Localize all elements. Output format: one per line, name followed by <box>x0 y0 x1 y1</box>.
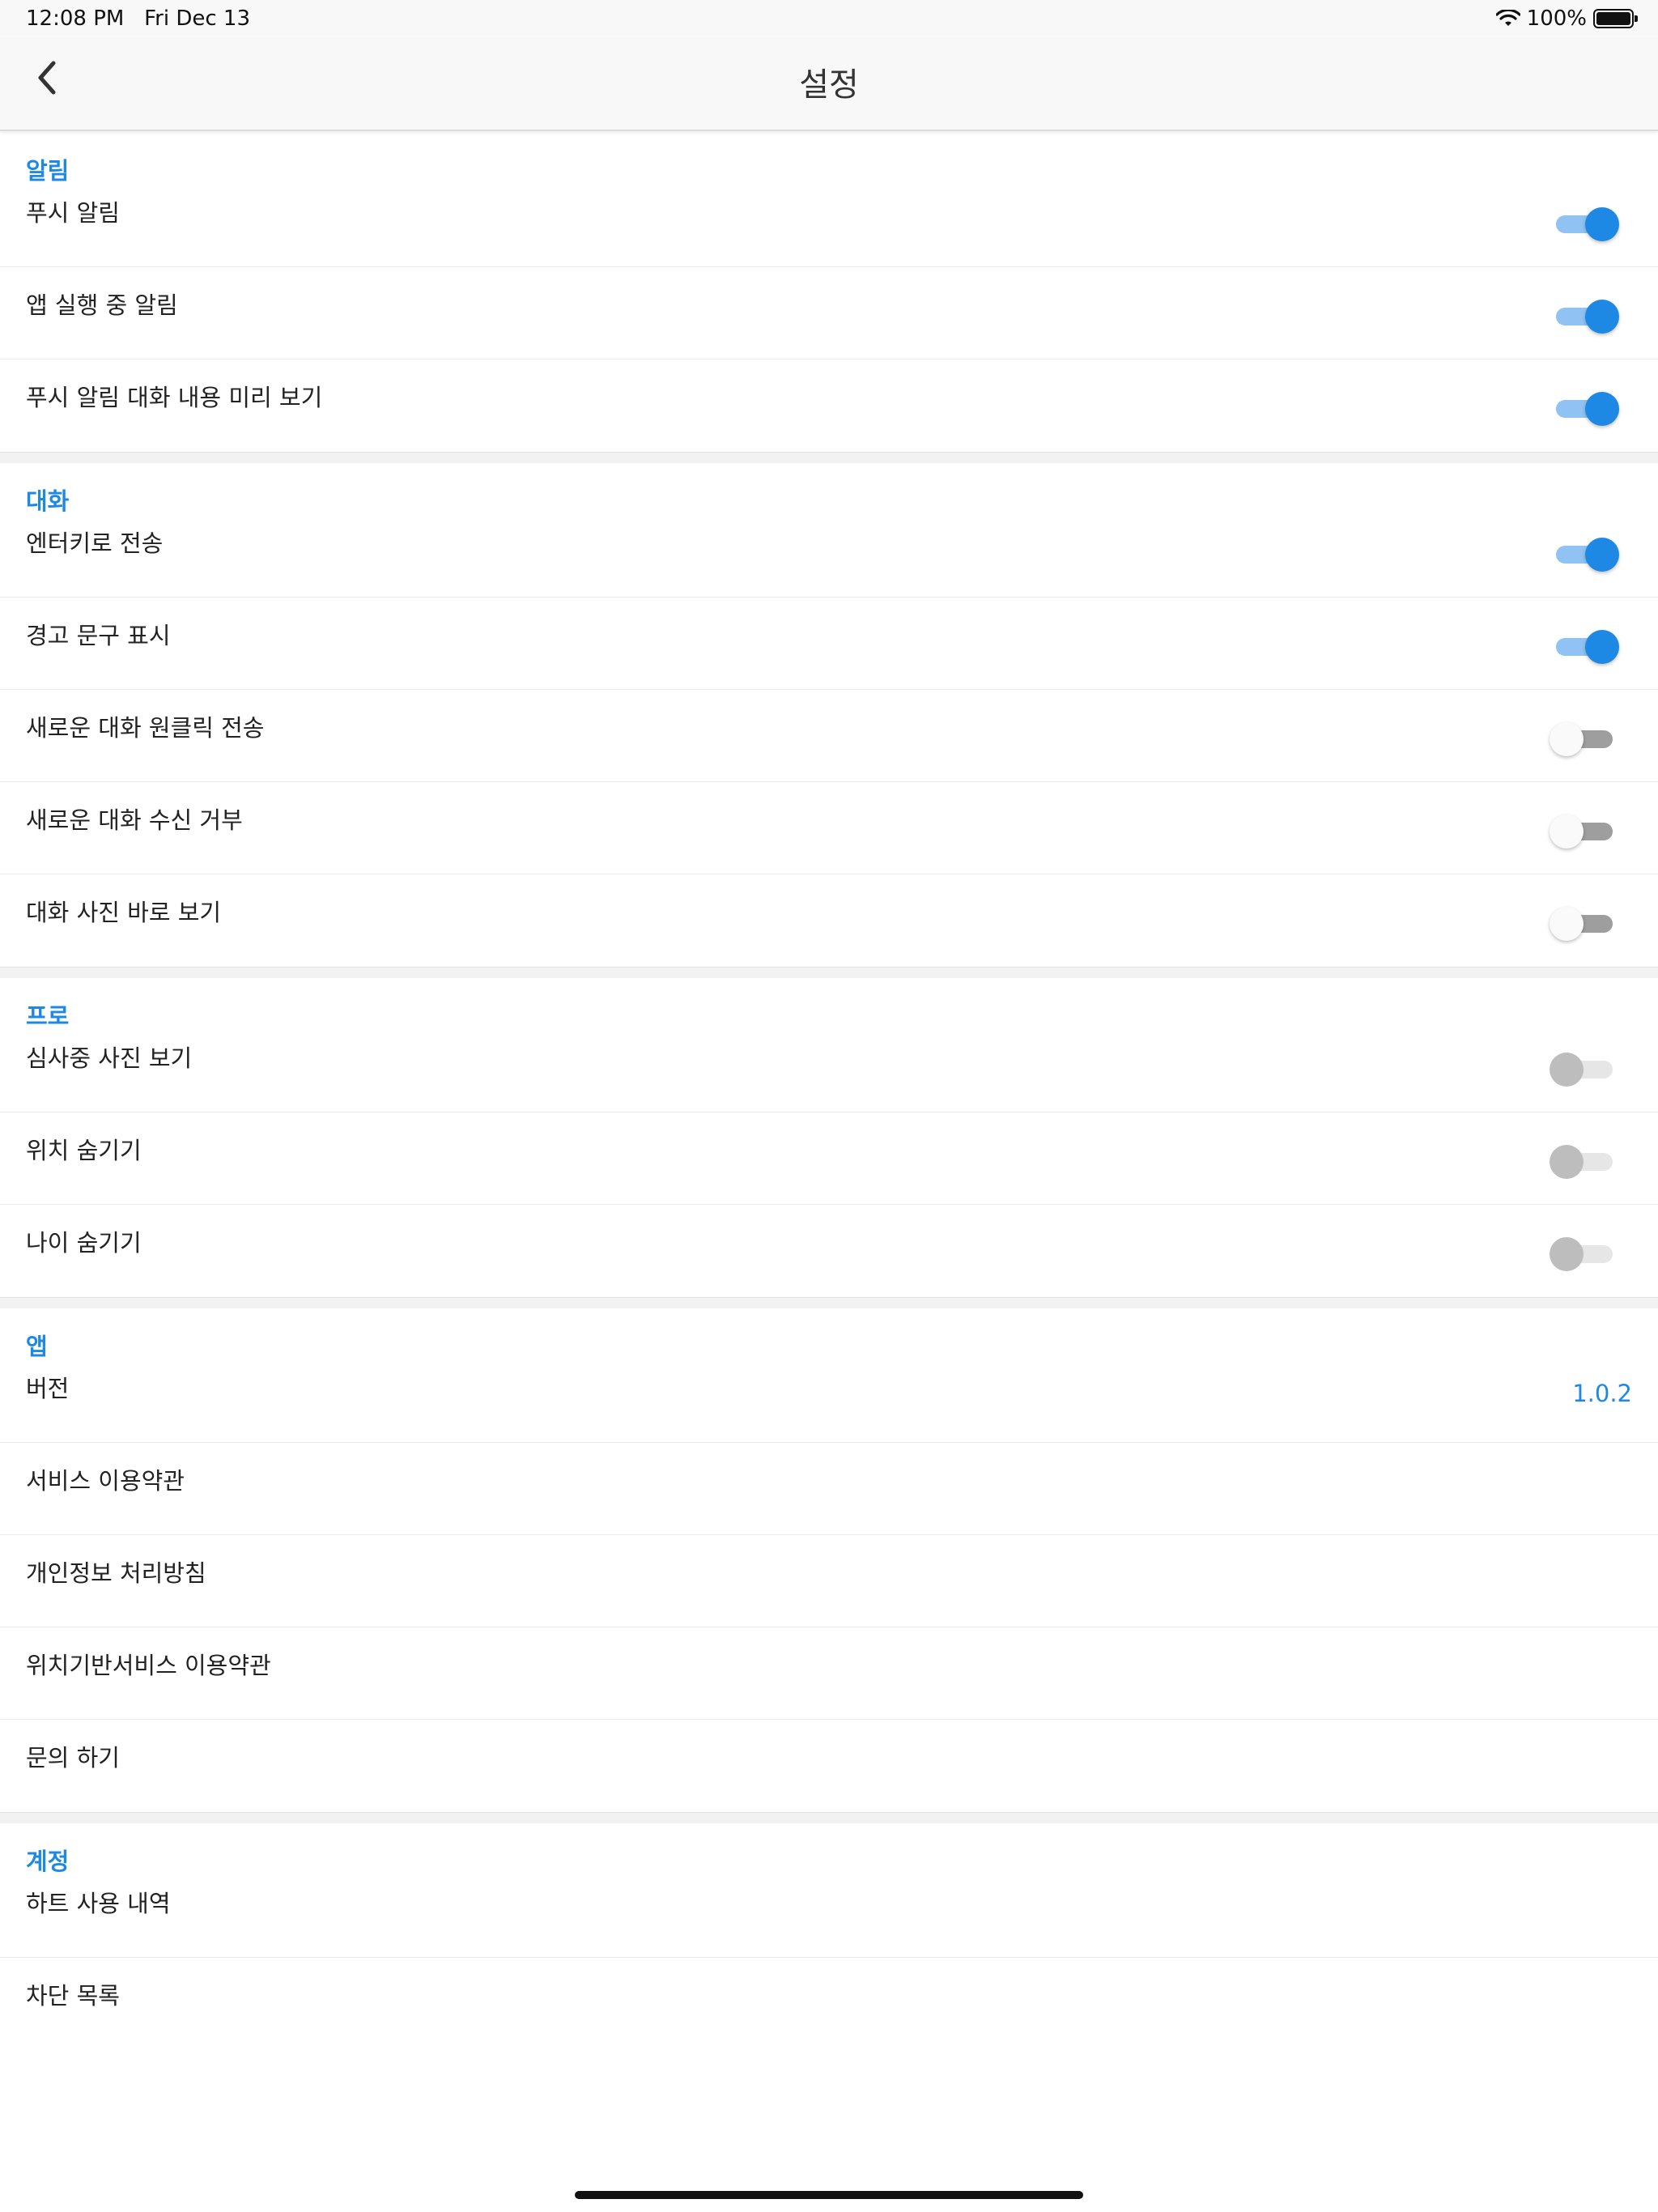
menu-item-label: 하트 사용 내역 <box>26 1890 171 1917</box>
toggle-enter-send[interactable] <box>1556 538 1619 572</box>
setting-row-warning: 경고 문구 표시 <box>0 598 1658 690</box>
menu-item-heart-history[interactable]: 하트 사용 내역 <box>0 1865 1658 1958</box>
menu-item-contact[interactable]: 문의 하기 <box>0 1720 1658 1812</box>
menu-item-label: 개인정보 처리방침 <box>26 1559 206 1587</box>
toggle-one-click-send[interactable] <box>1550 722 1613 756</box>
menu-item-privacy[interactable]: 개인정보 처리방침 <box>0 1535 1658 1627</box>
toggle-hide-location[interactable] <box>1550 1145 1613 1179</box>
menu-item-label: 문의 하기 <box>26 1744 120 1772</box>
status-bar: 12:08 PM Fri Dec 13 100% <box>0 0 1658 39</box>
section-title-chat: 대화 <box>26 487 70 515</box>
section-divider <box>0 967 1658 978</box>
toggle-thumb <box>1550 1237 1584 1271</box>
setting-row-push: 푸시 알림 <box>0 175 1658 267</box>
setting-row-review-photo: 심사중 사진 보기 <box>0 1020 1658 1112</box>
toggle-thumb <box>1550 907 1584 941</box>
setting-label: 심사중 사진 보기 <box>26 1044 193 1072</box>
setting-label: 대화 사진 바로 보기 <box>26 899 222 926</box>
home-indicator <box>575 2191 1083 2199</box>
nav-bar: 설정 <box>0 39 1658 131</box>
section-divider <box>0 452 1658 463</box>
toggle-hide-age[interactable] <box>1550 1237 1613 1271</box>
setting-label: 엔터키로 전송 <box>26 530 164 557</box>
setting-label: 위치 숨기기 <box>26 1137 142 1164</box>
wifi-icon <box>1495 10 1520 28</box>
toggle-review-photo[interactable] <box>1550 1053 1613 1087</box>
toggle-push-notification[interactable] <box>1556 207 1619 241</box>
setting-label: 앱 실행 중 알림 <box>26 291 178 319</box>
toggle-thumb <box>1585 538 1619 572</box>
toggle-in-app-notification[interactable] <box>1556 300 1619 334</box>
setting-label: 푸시 알림 대화 내용 미리 보기 <box>26 384 323 411</box>
setting-label: 푸시 알림 <box>26 199 120 227</box>
setting-label: 경고 문구 표시 <box>26 622 171 649</box>
toggle-thumb <box>1585 300 1619 334</box>
section-notifications: 알림 푸시 알림 앱 실행 중 알림 푸시 알림 대화 내용 미리 보기 <box>0 133 1658 452</box>
toggle-reject-new-chat[interactable] <box>1550 815 1613 849</box>
setting-row-enter-send: 엔터키로 전송 <box>0 505 1658 598</box>
toggle-thumb <box>1550 1145 1584 1179</box>
toggle-message-preview[interactable] <box>1556 392 1619 426</box>
settings-list: 알림 푸시 알림 앱 실행 중 알림 푸시 알림 대화 내용 미리 보기 대화 … <box>0 133 1658 2050</box>
setting-row-hide-age: 나이 숨기기 <box>0 1205 1658 1297</box>
version-value: 1.0.2 <box>1572 1380 1632 1407</box>
toggle-thumb <box>1585 207 1619 241</box>
setting-row-version: 버전 1.0.2 <box>0 1351 1658 1443</box>
section-title-account: 계정 <box>26 1848 70 1875</box>
battery-percent: 100% <box>1526 6 1587 31</box>
section-title-pro: 프로 <box>26 1002 70 1030</box>
section-title-app: 앱 <box>26 1333 48 1360</box>
toggle-thumb <box>1585 630 1619 664</box>
section-title-notifications: 알림 <box>26 157 70 185</box>
status-time: 12:08 PM Fri Dec 13 <box>26 6 251 31</box>
menu-item-terms[interactable]: 서비스 이용약관 <box>0 1443 1658 1535</box>
toggle-thumb <box>1550 1053 1584 1087</box>
setting-row-reject-new: 새로운 대화 수신 거부 <box>0 782 1658 874</box>
setting-row-hide-location: 위치 숨기기 <box>0 1112 1658 1205</box>
menu-item-block-list[interactable]: 차단 목록 <box>0 1958 1658 2050</box>
section-chat: 대화 엔터키로 전송 경고 문구 표시 새로운 대화 원클릭 전송 새로운 대화… <box>0 463 1658 967</box>
battery-icon <box>1593 9 1638 28</box>
setting-label: 새로운 대화 원클릭 전송 <box>26 714 265 742</box>
setting-row-preview: 푸시 알림 대화 내용 미리 보기 <box>0 359 1658 452</box>
setting-row-in-app: 앱 실행 중 알림 <box>0 267 1658 359</box>
toggle-thumb <box>1585 392 1619 426</box>
toggle-photo-direct-view[interactable] <box>1550 907 1613 941</box>
section-pro: 프로 심사중 사진 보기 위치 숨기기 나이 숨기기 <box>0 978 1658 1297</box>
setting-row-photo-view: 대화 사진 바로 보기 <box>0 874 1658 967</box>
status-date: Fri Dec 13 <box>144 6 251 31</box>
section-app: 앱 버전 1.0.2 서비스 이용약관 개인정보 처리방침 위치기반서비스 이용… <box>0 1308 1658 1812</box>
setting-label: 버전 <box>26 1375 70 1402</box>
page-title: 설정 <box>799 66 859 104</box>
section-account: 계정 하트 사용 내역 차단 목록 <box>0 1823 1658 2050</box>
toggle-warning-text[interactable] <box>1556 630 1619 664</box>
toggle-thumb <box>1550 722 1584 756</box>
menu-item-label: 위치기반서비스 이용약관 <box>26 1652 271 1679</box>
setting-label: 새로운 대화 수신 거부 <box>26 806 243 834</box>
section-divider <box>0 1812 1658 1823</box>
setting-label: 나이 숨기기 <box>26 1229 142 1257</box>
status-right: 100% <box>1495 6 1638 31</box>
menu-item-location-terms[interactable]: 위치기반서비스 이용약관 <box>0 1627 1658 1720</box>
menu-item-label: 차단 목록 <box>26 1982 120 2010</box>
toggle-thumb <box>1550 815 1584 849</box>
menu-item-label: 서비스 이용약관 <box>26 1467 185 1495</box>
section-divider <box>0 1297 1658 1308</box>
setting-row-one-click: 새로운 대화 원클릭 전송 <box>0 690 1658 782</box>
